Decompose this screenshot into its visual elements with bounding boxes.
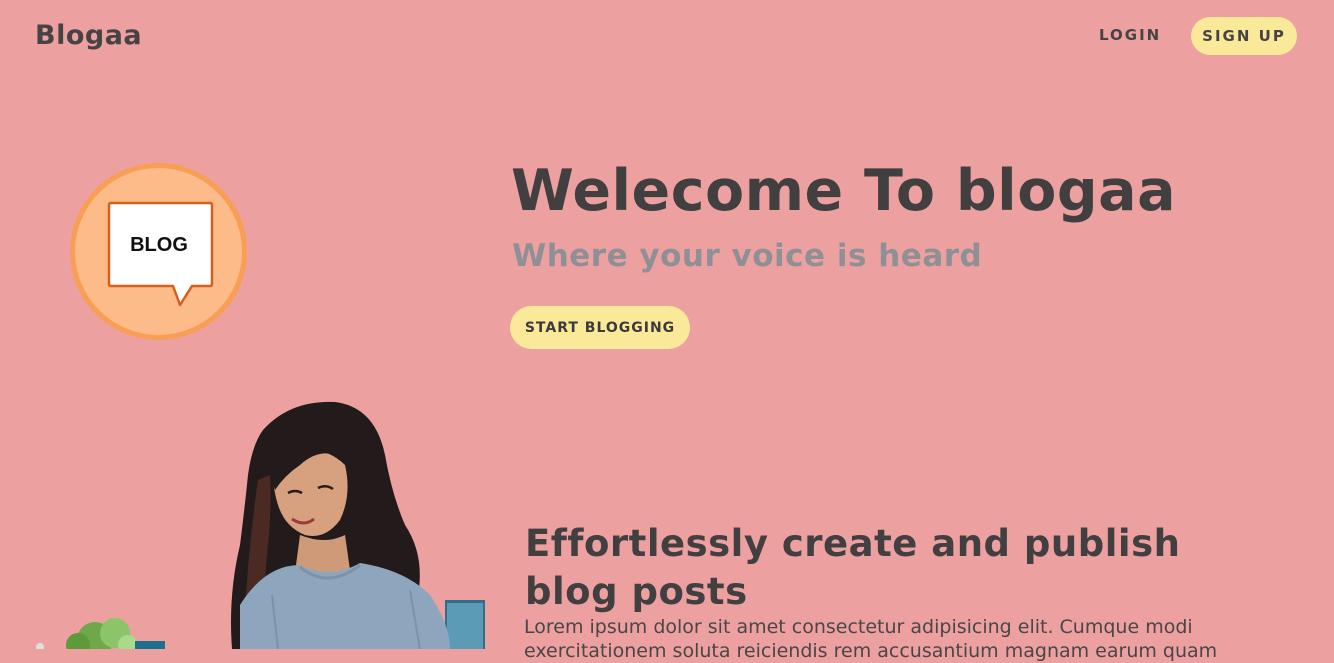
speech-bubble-icon: BLOG (107, 201, 214, 307)
brand-logo-text[interactable]: Blogaa (35, 20, 142, 51)
logo-badge-text: BLOG (130, 234, 188, 256)
signup-button-label: SIGN UP (1202, 27, 1286, 45)
start-blogging-label: START BLOGGING (524, 319, 676, 336)
start-blogging-button[interactable]: START BLOGGING (510, 306, 690, 349)
feature-description: Lorem ipsum dolor sit amet consectetur a… (524, 616, 1218, 662)
navbar: Blogaa LOGIN SIGN UP (0, 0, 1334, 76)
signup-button[interactable]: SIGN UP (1191, 17, 1297, 55)
login-link[interactable]: LOGIN (1099, 26, 1161, 44)
blog-logo: BLOG (70, 163, 247, 340)
hero-title: Welecome To blogaa (511, 158, 1177, 224)
hero-subtitle: Where your voice is heard (512, 238, 983, 274)
feature-title: Effortlessly create and publish blog pos… (525, 522, 1181, 613)
woman-illustration (0, 395, 490, 658)
